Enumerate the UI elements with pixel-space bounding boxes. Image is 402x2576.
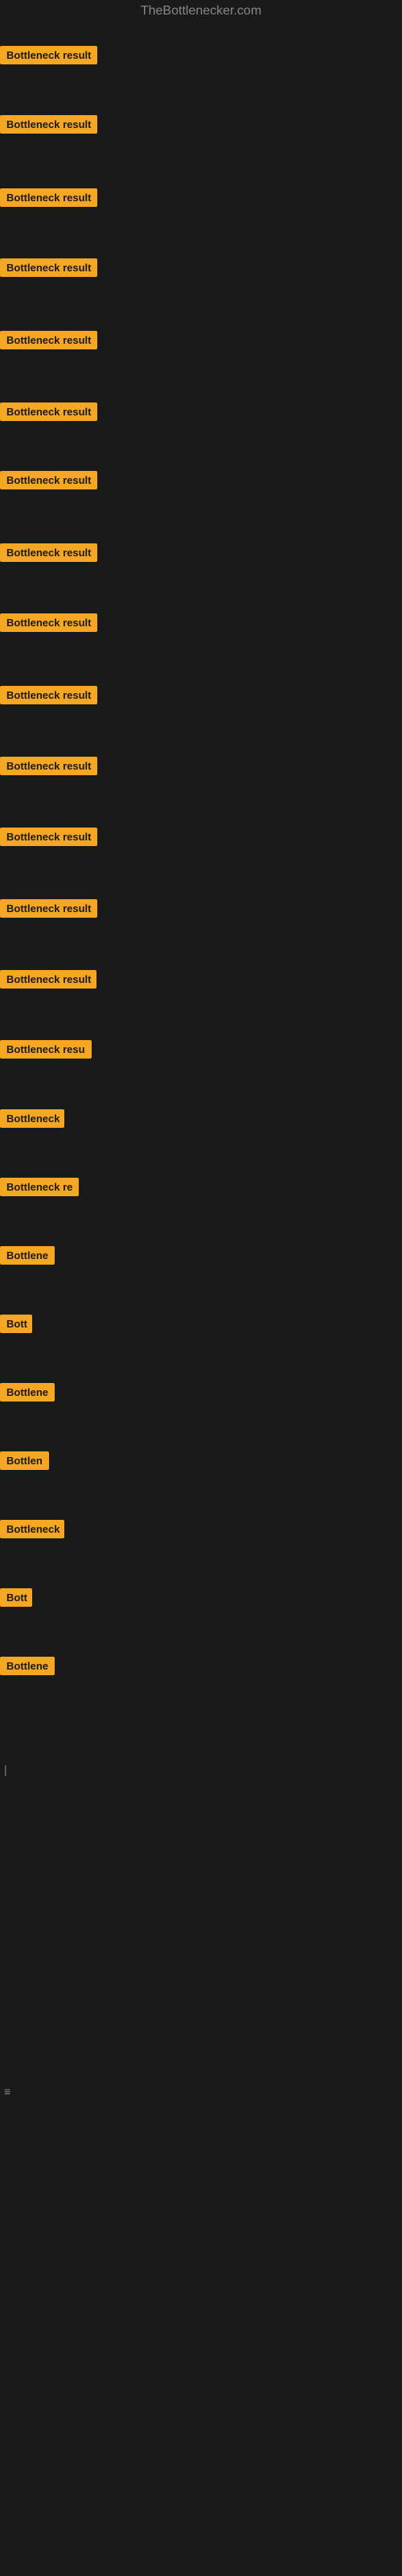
bottleneck-badge[interactable]: Bottleneck xyxy=(0,1520,64,1538)
bottleneck-item: Bottleneck result xyxy=(0,757,97,779)
bottleneck-badge[interactable]: Bottlen xyxy=(0,1451,49,1470)
bottleneck-badge[interactable]: Bottleneck result xyxy=(0,686,97,704)
bottleneck-item: Bottleneck xyxy=(0,1109,64,1132)
bottleneck-item: Bottleneck result xyxy=(0,258,97,281)
bottleneck-item: Bottleneck result xyxy=(0,899,97,922)
bottleneck-badge[interactable]: Bottleneck result xyxy=(0,970,96,989)
bottleneck-badge[interactable]: Bottlene xyxy=(0,1657,55,1675)
bottleneck-item: Bottleneck result xyxy=(0,471,97,493)
bottleneck-badge[interactable]: Bottleneck result xyxy=(0,613,97,632)
bottleneck-item: Bottleneck result xyxy=(0,686,97,708)
bottleneck-item: Bott xyxy=(0,1315,32,1337)
bottleneck-item: Bottleneck result xyxy=(0,543,97,566)
bottleneck-badge[interactable]: Bottleneck result xyxy=(0,471,97,489)
bottleneck-badge[interactable]: Bottleneck result xyxy=(0,402,97,421)
bottleneck-badge[interactable]: Bottleneck result xyxy=(0,115,97,134)
bottleneck-item: Bottlene xyxy=(0,1246,55,1269)
bottleneck-item: Bottleneck result xyxy=(0,188,97,211)
bottleneck-item: Bottlen xyxy=(0,1451,49,1474)
bottleneck-item: Bottleneck xyxy=(0,1520,64,1542)
bottleneck-item: Bottleneck result xyxy=(0,115,97,138)
bottleneck-badge[interactable]: Bottleneck re xyxy=(0,1178,79,1196)
bottleneck-badge[interactable]: Bottleneck xyxy=(0,1109,64,1128)
bottleneck-badge[interactable]: Bott xyxy=(0,1588,32,1607)
bottleneck-item: Bottleneck result xyxy=(0,613,97,636)
bottleneck-badge[interactable]: Bottleneck result xyxy=(0,258,97,277)
bottleneck-item: Bottlene xyxy=(0,1657,55,1679)
bottleneck-badge[interactable]: Bottleneck result xyxy=(0,899,97,918)
bottleneck-badge[interactable]: Bottleneck resu xyxy=(0,1040,92,1059)
bottleneck-item: Bottleneck result xyxy=(0,970,96,993)
bottleneck-badge[interactable]: Bottlene xyxy=(0,1383,55,1402)
bottleneck-badge[interactable]: Bottleneck result xyxy=(0,757,97,775)
bottleneck-item: Bottleneck result xyxy=(0,46,97,68)
bottleneck-badge[interactable]: Bottleneck result xyxy=(0,188,97,207)
bottleneck-item: Bottleneck resu xyxy=(0,1040,92,1063)
bottleneck-item: Bottleneck re xyxy=(0,1178,79,1200)
mark: ≡ xyxy=(4,2085,10,2098)
bottleneck-badge[interactable]: Bottleneck result xyxy=(0,543,97,562)
bottleneck-badge[interactable]: Bottleneck result xyxy=(0,46,97,64)
bottleneck-item: Bottlene xyxy=(0,1383,55,1406)
bottleneck-item: Bottleneck result xyxy=(0,828,97,850)
site-title: TheBottlenecker.com xyxy=(141,4,261,19)
bottleneck-item: Bott xyxy=(0,1588,32,1611)
bottleneck-badge[interactable]: Bottleneck result xyxy=(0,828,97,846)
bottleneck-item: Bottleneck result xyxy=(0,331,97,353)
mark: | xyxy=(4,1763,7,1776)
bottleneck-badge[interactable]: Bottlene xyxy=(0,1246,55,1265)
bottleneck-badge[interactable]: Bottleneck result xyxy=(0,331,97,349)
bottleneck-item: Bottleneck result xyxy=(0,402,97,425)
bottleneck-badge[interactable]: Bott xyxy=(0,1315,32,1333)
